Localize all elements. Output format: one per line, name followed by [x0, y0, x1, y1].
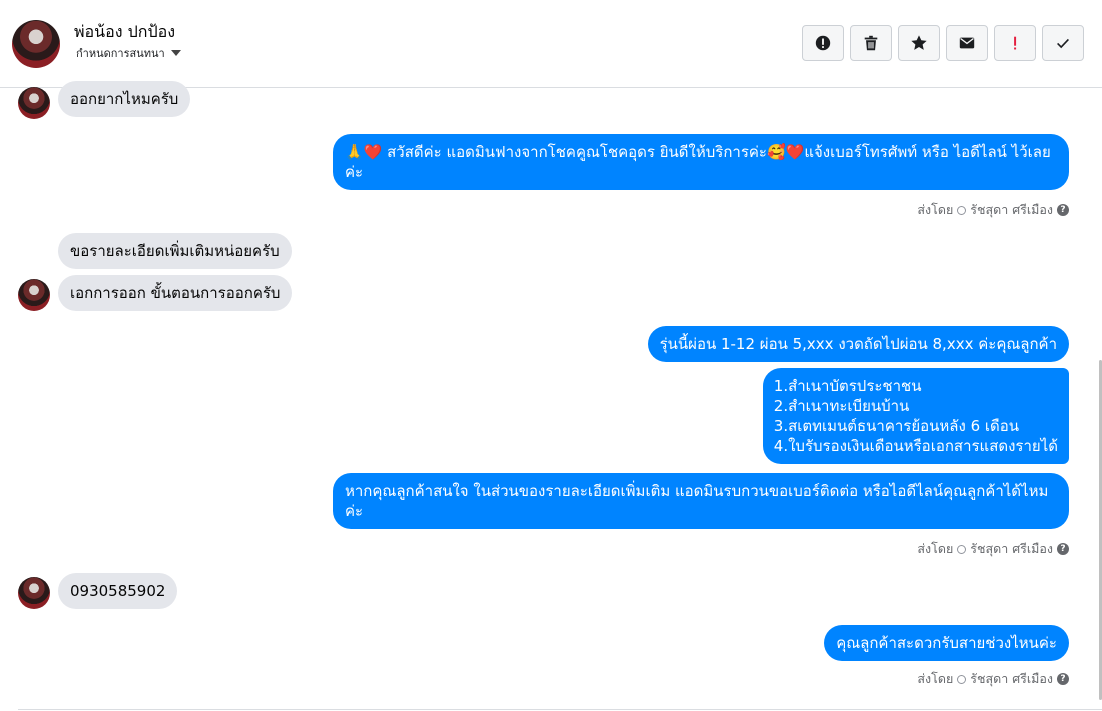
outgoing-message: 🙏❤️ สวัสดีค่ะ แอดมินฟางจากโชคคูณโชคอุดร …	[333, 134, 1069, 190]
contact-avatar[interactable]	[12, 20, 60, 68]
star-icon	[911, 35, 927, 50]
message-line: 3.สเตทเมนต์ธนาคารย้อนหลัง 6 เดือน	[773, 417, 1020, 435]
help-icon[interactable]: ?	[1057, 673, 1069, 685]
incoming-message: ออกยากไหมครับ	[58, 81, 191, 117]
incoming-message: เอกการออก ขั้นตอนการออกครับ	[58, 275, 293, 311]
sent-by-info: ส่งโดย รัชสุดา ศรีเมือง ?	[917, 200, 1069, 220]
report-button[interactable]	[802, 25, 844, 61]
message-line: ค่ะ	[345, 502, 364, 520]
outgoing-message: 1.สำเนาบัตรประชาชน 2.สำเนาทะเบียนบ้าน 3.…	[762, 368, 1069, 464]
message-line: 4.ใบรับรองเงินเดือนหรือเอกสารแสดงรายได้	[773, 437, 1058, 455]
message-thread[interactable]: ออกยากไหมครับ 🙏❤️ สวัสดีค่ะ แอดมินฟางจาก…	[0, 81, 1102, 711]
agent-status-icon	[957, 205, 967, 215]
agent-name[interactable]: รัชสุดา ศรีเมือง	[970, 539, 1053, 559]
divider	[18, 709, 1102, 710]
assign-conversation-dropdown[interactable]: กำหนดการสนทนา	[76, 44, 181, 62]
mark-unread-button[interactable]	[946, 25, 988, 61]
assign-label: กำหนดการสนทนา	[76, 47, 165, 60]
delete-button[interactable]	[850, 25, 892, 61]
caret-down-icon	[170, 50, 181, 56]
star-button[interactable]	[898, 25, 940, 61]
agent-status-icon	[957, 674, 967, 684]
contact-name[interactable]: พ่อน้อง ปกป้อง	[74, 20, 175, 45]
help-icon[interactable]: ?	[1057, 204, 1069, 216]
incoming-message: ขอรายละเอียดเพิ่มเติมหน่อยครับ	[58, 233, 292, 269]
sender-avatar	[18, 577, 50, 609]
sent-by-label: ส่งโดย	[917, 202, 954, 217]
mark-done-button[interactable]	[1042, 25, 1084, 61]
sender-avatar	[18, 87, 50, 119]
agent-status-icon	[957, 544, 967, 554]
outgoing-message: รุ่นนี้ผ่อน 1-12 ผ่อน 5,xxx งวดถัดไปผ่อน…	[647, 326, 1069, 362]
check-icon	[1057, 38, 1069, 49]
help-icon[interactable]: ?	[1057, 543, 1069, 555]
alert-icon	[815, 35, 831, 51]
agent-name[interactable]: รัชสุดา ศรีเมือง	[970, 669, 1053, 689]
exclamation-icon	[1014, 36, 1017, 50]
mail-icon	[959, 37, 975, 49]
sent-by-info: ส่งโดย รัชสุดา ศรีเมือง ?	[917, 669, 1069, 689]
sent-by-info: ส่งโดย รัชสุดา ศรีเมือง ?	[917, 539, 1069, 559]
message-line: หากคุณลูกค้าสนใจ ในส่วนของรายละเอียดเพิ่…	[345, 482, 1049, 500]
mark-spam-button[interactable]	[994, 25, 1036, 61]
header-actions	[802, 25, 1084, 61]
message-line: ค่ะ	[345, 163, 364, 181]
message-line: 1.สำเนาบัตรประชาชน	[773, 377, 922, 395]
incoming-message: 0930585902	[58, 573, 178, 609]
outgoing-message: หากคุณลูกค้าสนใจ ในส่วนของรายละเอียดเพิ่…	[333, 473, 1069, 529]
sent-by-label: ส่งโดย	[917, 671, 954, 686]
conversation-header: พ่อน้อง ปกป้อง กำหนดการสนทนา	[0, 0, 1102, 88]
sender-avatar	[18, 279, 50, 311]
sent-by-label: ส่งโดย	[917, 541, 954, 556]
message-line: 🙏❤️ สวัสดีค่ะ แอดมินฟางจากโชคคูณโชคอุดร …	[345, 143, 1051, 161]
agent-name[interactable]: รัชสุดา ศรีเมือง	[970, 200, 1053, 220]
outgoing-message: คุณลูกค้าสะดวกรับสายช่วงไหนค่ะ	[824, 625, 1069, 661]
trash-icon	[864, 35, 878, 51]
message-line: 2.สำเนาทะเบียนบ้าน	[773, 397, 910, 415]
